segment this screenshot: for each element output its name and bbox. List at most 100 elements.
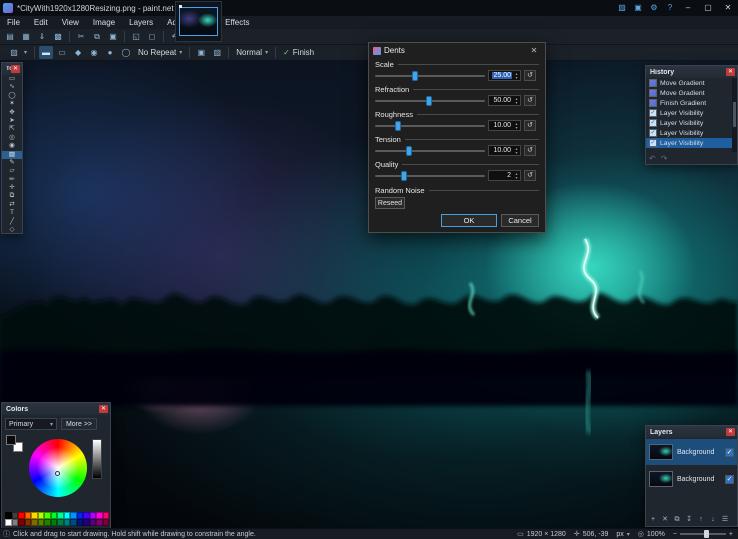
delete-layer-button[interactable]: ✕ (660, 514, 670, 525)
save-file-button[interactable]: ⇓ (35, 30, 49, 43)
linear-gradient-button[interactable]: ▬ (39, 46, 54, 59)
alpha-channel-button[interactable]: ▨ (210, 46, 224, 59)
history-item[interactable]: Move Gradient (646, 78, 732, 88)
linear-reflected-gradient-button[interactable]: ▭ (55, 46, 69, 59)
primary-color-swatch[interactable] (6, 435, 16, 445)
color-channel-button[interactable]: ▣ (194, 46, 208, 59)
layer-visible-checkbox[interactable]: ✓ (725, 474, 734, 484)
scrollbar-thumb[interactable] (733, 101, 736, 127)
menu-effects[interactable]: Effects (218, 16, 256, 29)
slider-thumb[interactable] (400, 170, 407, 181)
refraction-slider[interactable] (375, 95, 485, 106)
close-icon[interactable]: ✕ (11, 65, 20, 73)
shapes-tool[interactable]: ◇ (2, 226, 22, 234)
settings-gear-icon[interactable]: ⚙ (646, 0, 662, 16)
palette-swatch[interactable] (102, 519, 109, 526)
recolor-tool[interactable]: ⇄ (2, 201, 22, 209)
lasso-select-tool[interactable]: ∿ (2, 83, 22, 91)
brightness-slider[interactable] (92, 439, 102, 479)
clone-stamp-tool[interactable]: ⧉ (2, 192, 22, 200)
menu-edit[interactable]: Edit (27, 16, 55, 29)
history-item[interactable]: ✓ Layer Visibility (646, 138, 732, 148)
help-icon[interactable]: ? (662, 0, 678, 16)
slider-thumb[interactable] (395, 120, 402, 131)
spinner[interactable]: ▴ ▾ (513, 121, 520, 130)
roughness-input[interactable]: 10.00 ▴ ▾ (488, 120, 521, 131)
maximize-button[interactable]: ▢ (698, 0, 718, 16)
layer-item[interactable]: Background ✓ (646, 439, 737, 465)
color-wheel[interactable] (29, 439, 87, 497)
magic-wand-tool[interactable]: ✶ (2, 100, 22, 108)
spiral-gradient-button[interactable]: ◯ (119, 46, 133, 59)
image-tab-thumbnail[interactable] (175, 1, 222, 42)
blend-mode-dropdown[interactable]: Normal ▾ (232, 46, 272, 59)
history-scrollbar[interactable] (732, 78, 737, 152)
minimize-button[interactable]: – (678, 0, 698, 16)
move-selection-tool[interactable]: ⇱ (2, 125, 22, 133)
rectangle-select-tool[interactable]: ▭ (2, 75, 22, 83)
pencil-tool[interactable]: ✏ (2, 176, 22, 184)
spinner[interactable]: ▴ ▾ (513, 146, 520, 155)
ellipse-select-tool[interactable]: ◯ (2, 92, 22, 100)
layer-item[interactable]: Background ✓ (646, 466, 737, 492)
color-wheel-marker[interactable] (55, 470, 61, 476)
undo-icon[interactable]: ↶ (649, 154, 656, 163)
slider-thumb[interactable] (425, 95, 432, 106)
reset-tension-button[interactable]: ↺ (524, 145, 536, 156)
dents-dialog-titlebar[interactable]: Dents ✕ (369, 43, 545, 58)
palette-swatch[interactable] (102, 512, 109, 519)
move-layer-down-button[interactable]: ↓ (708, 514, 718, 525)
slider-thumb[interactable] (406, 145, 413, 156)
conic-gradient-button[interactable]: ● (103, 46, 117, 59)
paintbrush-tool[interactable]: ✎ (2, 159, 22, 167)
history-panel-header[interactable]: History ✕ (646, 66, 737, 78)
tension-input[interactable]: 10.00 ▴ ▾ (488, 145, 521, 156)
scale-input[interactable]: 25.00 ▴ ▾ (488, 70, 521, 81)
print-button[interactable]: ▩ (51, 30, 65, 43)
zoom-in-button[interactable]: + (729, 531, 733, 538)
spin-down-icon[interactable]: ▾ (515, 175, 517, 180)
spin-down-icon[interactable]: ▾ (515, 150, 517, 155)
tools-panel-header[interactable]: Tools ✕ (2, 63, 22, 75)
color-target-dropdown[interactable]: Primary ▾ (5, 418, 57, 430)
more-button[interactable]: More >> (61, 418, 97, 430)
palette-icon[interactable]: ▣ (630, 0, 646, 16)
close-icon[interactable]: ✕ (527, 46, 541, 55)
spin-down-icon[interactable]: ▾ (515, 100, 517, 105)
spinner[interactable]: ▴ ▾ (513, 171, 520, 180)
active-tool-chip[interactable]: ▨ ▾ (3, 46, 31, 59)
redo-icon[interactable]: ↷ (661, 154, 668, 163)
zoom-slider-thumb[interactable] (703, 530, 709, 538)
color-picker-tool[interactable]: ✛ (2, 184, 22, 192)
spinner[interactable]: ▴ ▾ (513, 71, 520, 80)
quality-slider[interactable] (375, 170, 485, 181)
scale-slider[interactable] (375, 70, 485, 81)
zoom-slider[interactable] (679, 530, 726, 538)
reset-scale-button[interactable]: ↺ (524, 70, 536, 81)
refraction-input[interactable]: 50.00 ▴ ▾ (488, 95, 521, 106)
zoom-out-button[interactable]: − (673, 531, 677, 538)
menu-file[interactable]: File (0, 16, 27, 29)
add-layer-button[interactable]: + (648, 514, 658, 525)
history-item[interactable]: ✓ Layer Visibility (646, 128, 732, 138)
radial-gradient-button[interactable]: ◉ (87, 46, 101, 59)
layers-panel-header[interactable]: Layers ✕ (646, 426, 737, 438)
menu-image[interactable]: Image (86, 16, 122, 29)
layer-visible-checkbox[interactable]: ✓ (725, 447, 734, 457)
zoom-tool[interactable]: ◎ (2, 134, 22, 142)
history-item[interactable]: Finish Gradient (646, 98, 732, 108)
history-item[interactable]: Move Gradient (646, 88, 732, 98)
duplicate-layer-button[interactable]: ⧉ (672, 514, 682, 525)
unit-selector[interactable]: px ▾ (616, 531, 629, 538)
eraser-tool[interactable]: ▱ (2, 167, 22, 175)
close-icon[interactable]: ✕ (99, 405, 108, 413)
copy-button[interactable]: ⧉ (90, 30, 104, 43)
pan-tool[interactable]: ✥ (2, 109, 22, 117)
paint-bucket-tool[interactable]: ◉ (2, 142, 22, 150)
cut-button[interactable]: ✂ (74, 30, 88, 43)
cancel-button[interactable]: Cancel (501, 214, 539, 227)
spinner[interactable]: ▴ ▾ (513, 96, 520, 105)
new-file-button[interactable]: ▤ (3, 30, 17, 43)
repeat-mode-dropdown[interactable]: No Repeat ▾ (134, 46, 186, 59)
open-file-button[interactable]: ▦ (19, 30, 33, 43)
